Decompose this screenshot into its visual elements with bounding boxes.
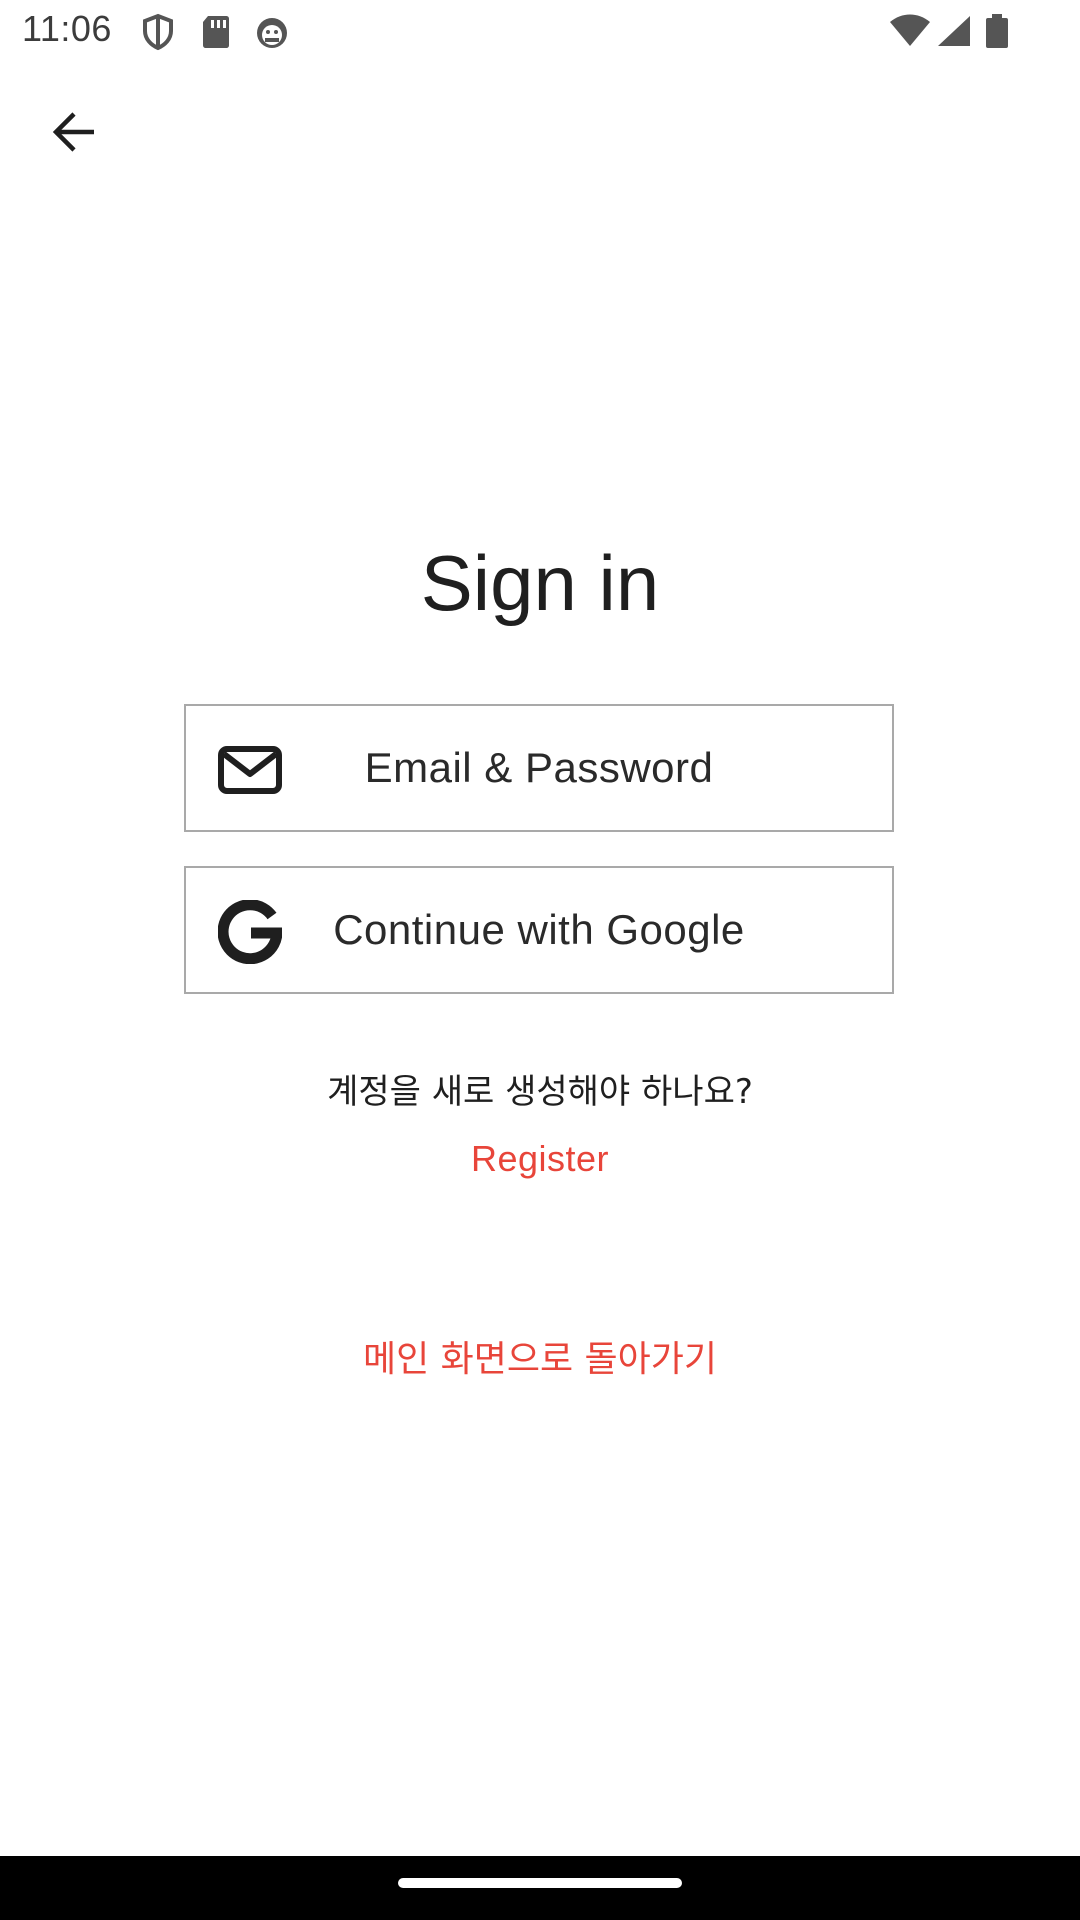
wifi-icon: [888, 12, 932, 52]
back-to-home-link[interactable]: 메인 화면으로 돌아가기: [290, 1330, 790, 1382]
battery-icon: [982, 12, 1012, 52]
new-account-prompt: 계정을 새로 생성해야 하나요?: [327, 1072, 753, 1112]
home-gesture-handle[interactable]: [398, 1878, 682, 1888]
system-nav-bar: [0, 1856, 1080, 1920]
status-bar: 11:06: [0, 0, 1080, 62]
status-time: 11:06: [22, 8, 112, 49]
back-button[interactable]: [36, 96, 112, 172]
sd-card-icon: [196, 12, 236, 52]
google-signin-label: Continue with Google: [333, 906, 745, 953]
page-title: Sign in: [420, 539, 660, 627]
android-debug-icon: [252, 12, 292, 52]
cell-signal-icon: [934, 12, 974, 52]
email-password-label: Email & Password: [364, 744, 714, 791]
arrow-left-icon: [50, 108, 98, 160]
shield-icon: [138, 12, 178, 52]
register-link[interactable]: Register: [440, 1138, 640, 1180]
email-password-button[interactable]: Email & Password: [184, 704, 894, 832]
google-signin-button[interactable]: Continue with Google: [184, 866, 894, 994]
